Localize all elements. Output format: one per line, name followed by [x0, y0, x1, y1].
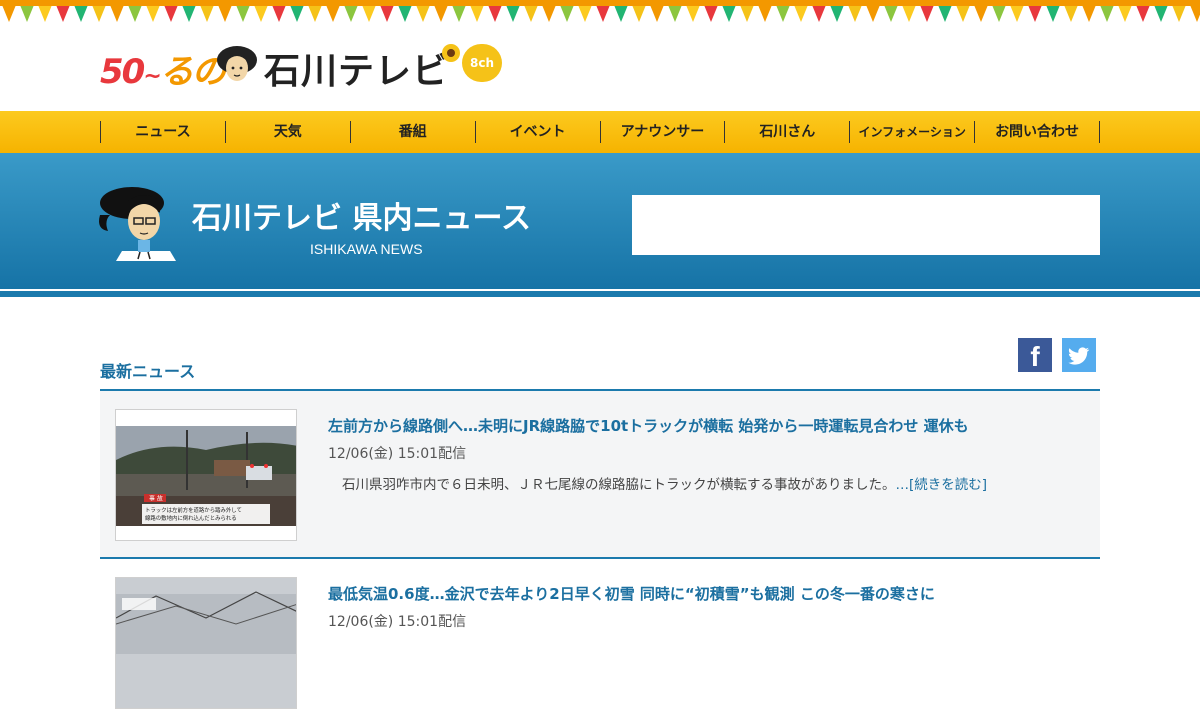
nav-item-information[interactable]: インフォメーション: [850, 121, 976, 143]
news-photo-accident: 事 故 トラックは左前方を道路から踏み外して 線路の敷地内に倒れ込んだとみられる: [116, 426, 296, 526]
nav-item-programs[interactable]: 番組: [351, 121, 476, 143]
news-thumbnail[interactable]: [115, 577, 297, 709]
thumb-caption-line2: 線路の敷地内に倒れ込んだとみられる: [145, 514, 237, 522]
page-subtitle: ISHIKAWA NEWS: [310, 241, 423, 257]
logo-channel-badge: 8ch: [462, 44, 502, 82]
logo-name: 石川テレビ: [264, 51, 450, 92]
twitter-icon[interactable]: [1062, 338, 1096, 372]
thumb-tag: 事 故: [149, 495, 163, 503]
logo-tilde: ~: [143, 64, 161, 89]
nav-item-weather[interactable]: 天気: [226, 121, 351, 143]
news-date: 12/06(金) 15:01配信: [328, 614, 467, 630]
news-title[interactable]: 最低気温0.6度…金沢で去年より2日早く初雪 同時に“初積雪”も観測 この冬一番…: [328, 583, 935, 604]
site-logo[interactable]: 50~るの 石川テレビ 8ch: [100, 40, 520, 92]
logo-ru-text: るの: [159, 52, 226, 92]
news-thumbnail[interactable]: 事 故 トラックは左前方を道路から踏み外して 線路の敷地内に倒れ込んだとみられる: [115, 409, 297, 541]
news-item[interactable]: 事 故 トラックは左前方を道路から踏み外して 線路の敷地内に倒れ込んだとみられる…: [100, 391, 1100, 557]
nav-item-events[interactable]: イベント: [476, 121, 601, 143]
news-excerpt: 石川県羽咋市内で６日未明、ＪＲ七尾線の線路脇にトラックが横転する事故がありました…: [342, 473, 987, 493]
nav-list: ニュース 天気 番組 イベント アナウンサー 石川さん インフォメーション お問…: [100, 121, 1100, 143]
nav-item-news[interactable]: ニュース: [101, 121, 226, 143]
section-title: 最新ニュース: [100, 362, 196, 381]
facebook-icon[interactable]: f: [1018, 338, 1052, 372]
mascot-character-icon: [99, 187, 176, 261]
ad-placeholder: [632, 195, 1100, 255]
read-more-link[interactable]: …[続きを読む]: [896, 477, 988, 493]
nav-item-announcers[interactable]: アナウンサー: [601, 121, 726, 143]
news-item[interactable]: 最低気温0.6度…金沢で去年より2日早く初雪 同時に“初積雪”も観測 この冬一番…: [100, 559, 1100, 725]
page-title: 石川テレビ 県内ニュース: [192, 201, 531, 236]
global-nav: ニュース 天気 番組 イベント アナウンサー 石川さん インフォメーション お問…: [0, 111, 1200, 153]
mascot-head-icon: [217, 46, 257, 81]
news-excerpt-text: 石川県羽咋市内で６日未明、ＪＲ七尾線の線路脇にトラックが横転する事故がありました…: [342, 477, 896, 493]
logo-50-text: 50: [100, 52, 145, 92]
news-title[interactable]: 左前方から線路側へ…未明にJR線路脇で10tトラックが横転 始発から一時運転見合…: [328, 415, 969, 436]
banner-divider: [0, 291, 1200, 297]
nav-item-ishikawa-san[interactable]: 石川さん: [725, 121, 851, 143]
logo-50-mark: 50~るの: [100, 44, 226, 93]
thumb-caption: トラックは左前方を道路から踏み外して: [145, 506, 242, 514]
news-date: 12/06(金) 15:01配信: [328, 446, 467, 462]
nav-item-contact[interactable]: お問い合わせ: [975, 121, 1100, 143]
news-photo-snow: [116, 578, 296, 708]
bunting-band: [0, 0, 1200, 6]
sunflower-icon: [442, 44, 460, 62]
bunting-decoration: [0, 0, 1200, 22]
